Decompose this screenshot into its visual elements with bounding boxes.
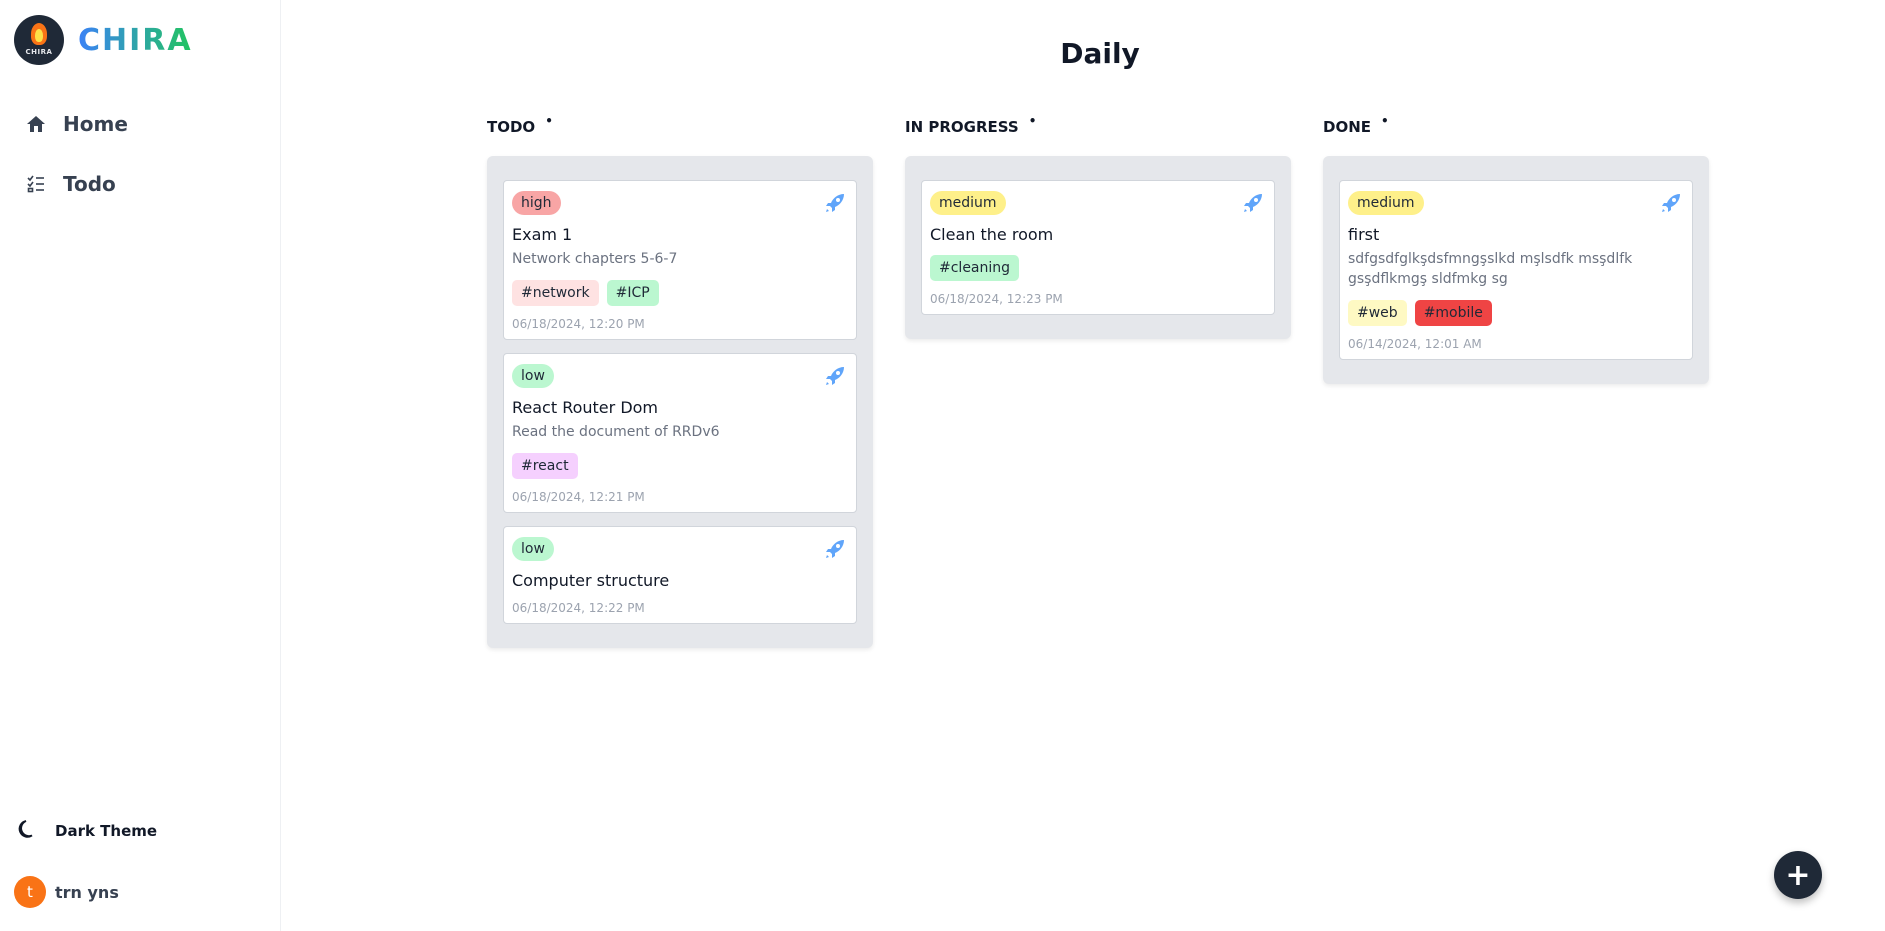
- priority-badge: medium: [1348, 191, 1424, 215]
- task-title: Clean the room: [930, 225, 1054, 244]
- priority-badge: low: [512, 537, 554, 561]
- column-dot: •: [1381, 114, 1389, 128]
- task-date: 06/18/2024, 12:22 PM: [512, 601, 645, 615]
- rocket-icon[interactable]: [824, 192, 846, 214]
- theme-toggle[interactable]: Dark Theme: [17, 818, 157, 844]
- task-card[interactable]: medium first sdfgsdfglkşdsfmngşslkd mşls…: [1339, 180, 1693, 360]
- task-description: Network chapters 5-6-7: [512, 251, 678, 267]
- task-date: 06/14/2024, 12:01 AM: [1348, 337, 1482, 351]
- tag-list: #web #mobile: [1348, 300, 1684, 326]
- avatar: t: [14, 876, 46, 908]
- column-title: TODO: [487, 118, 536, 136]
- user-profile[interactable]: t trn yns: [14, 876, 119, 908]
- task-description: sdfgsdfglkşdsfmngşslkd mşlsdfk msşdlfk g…: [1348, 251, 1633, 287]
- tag-list: #react: [512, 453, 848, 479]
- priority-badge: low: [512, 364, 554, 388]
- tag[interactable]: #ICP: [606, 280, 659, 306]
- rocket-icon[interactable]: [824, 365, 846, 387]
- app-logo: CHIRA: [14, 15, 64, 65]
- add-task-button[interactable]: +: [1774, 851, 1822, 899]
- list-check-icon: [26, 174, 46, 194]
- app-name: CHIRA: [78, 22, 193, 58]
- theme-label: Dark Theme: [55, 822, 158, 840]
- column-done[interactable]: medium first sdfgsdfglkşdsfmngşslkd mşls…: [1323, 156, 1709, 384]
- task-description: Read the document of RRDv6: [512, 424, 720, 440]
- page-title: Daily: [1060, 37, 1140, 70]
- logo-text: CHIRA: [25, 48, 53, 56]
- task-card[interactable]: low React Router Dom Read the document o…: [503, 353, 857, 513]
- column-header-todo: TODO •: [487, 114, 553, 136]
- column-title: IN PROGRESS: [905, 118, 1019, 136]
- rocket-icon[interactable]: [1242, 192, 1264, 214]
- tag[interactable]: #web: [1348, 300, 1407, 326]
- tag[interactable]: #mobile: [1414, 300, 1492, 326]
- column-header-in-progress: IN PROGRESS •: [905, 114, 1036, 136]
- sidebar-item-home[interactable]: Home: [26, 112, 128, 136]
- rocket-icon[interactable]: [1660, 192, 1682, 214]
- column-in-progress[interactable]: medium Clean the room #cleaning 06/18/20…: [905, 156, 1291, 339]
- task-card[interactable]: high Exam 1 Network chapters 5-6-7 #netw…: [503, 180, 857, 340]
- tag-list: #cleaning: [930, 255, 1266, 281]
- home-icon: [26, 114, 46, 134]
- priority-badge: high: [512, 191, 561, 215]
- moon-icon: [17, 818, 39, 844]
- priority-badge: medium: [930, 191, 1006, 215]
- user-name: trn yns: [55, 882, 119, 902]
- task-date: 06/18/2024, 12:20 PM: [512, 317, 645, 331]
- column-header-done: DONE •: [1323, 114, 1389, 136]
- sidebar-item-label: Home: [63, 112, 128, 136]
- task-title: Computer structure: [512, 571, 670, 590]
- task-card[interactable]: medium Clean the room #cleaning 06/18/20…: [921, 180, 1275, 315]
- tag[interactable]: #react: [512, 453, 578, 479]
- task-date: 06/18/2024, 12:23 PM: [930, 292, 1063, 306]
- column-dot: •: [545, 114, 553, 128]
- rocket-icon[interactable]: [824, 538, 846, 560]
- task-title: Exam 1: [512, 225, 573, 244]
- logo-flame-inner: [35, 29, 43, 42]
- sidebar: CHIRA CHIRA Home Todo Dark Theme t trn y…: [0, 0, 281, 931]
- column-todo[interactable]: high Exam 1 Network chapters 5-6-7 #netw…: [487, 156, 873, 648]
- task-date: 06/18/2024, 12:21 PM: [512, 490, 645, 504]
- sidebar-item-label: Todo: [63, 172, 116, 196]
- tag[interactable]: #network: [512, 280, 599, 306]
- column-title: DONE: [1323, 118, 1372, 136]
- tag-list: #network #ICP: [512, 280, 848, 306]
- task-title: first: [1348, 225, 1380, 244]
- plus-icon: +: [1785, 857, 1811, 893]
- column-dot: •: [1028, 114, 1037, 128]
- brand[interactable]: CHIRA CHIRA: [14, 15, 193, 65]
- task-title: React Router Dom: [512, 398, 659, 417]
- tag[interactable]: #cleaning: [930, 255, 1020, 281]
- task-card[interactable]: low Computer structure 06/18/2024, 12:22…: [503, 526, 857, 624]
- sidebar-item-todo[interactable]: Todo: [26, 172, 116, 196]
